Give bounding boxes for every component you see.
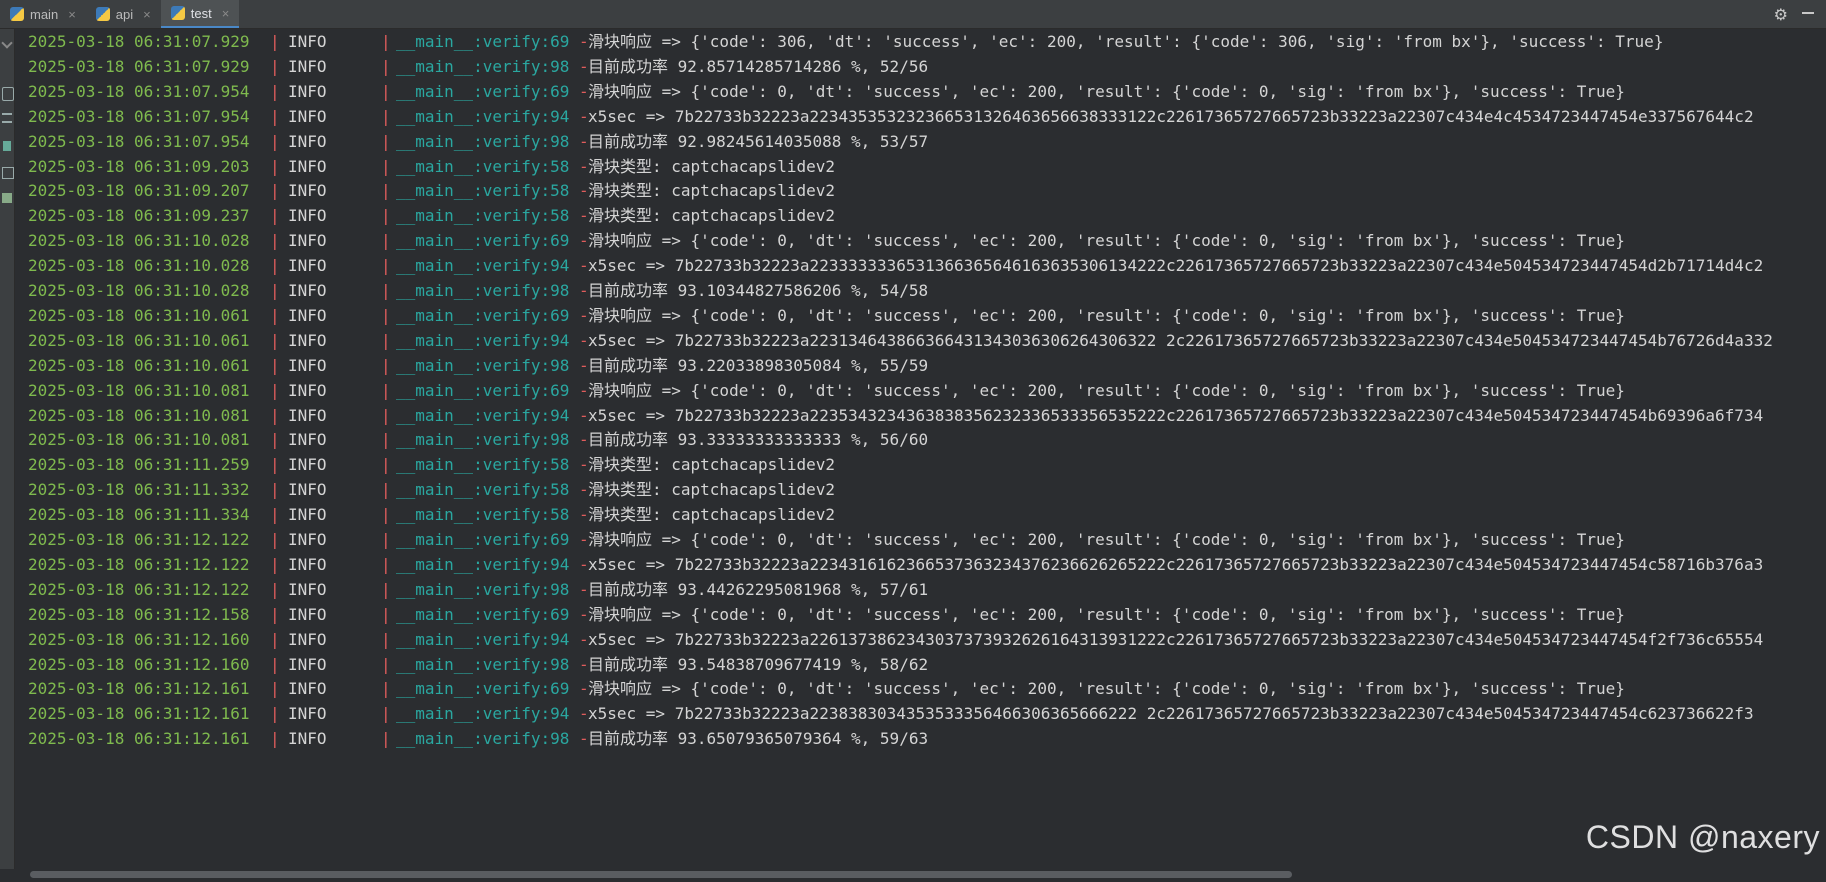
separator: - — [569, 729, 589, 749]
close-icon[interactable]: × — [143, 7, 151, 22]
soft-wrap-icon[interactable] — [2, 113, 12, 123]
rerun-icon[interactable] — [2, 87, 14, 101]
separator: - — [569, 679, 589, 699]
separator: - — [569, 579, 589, 599]
horizontal-scrollbar[interactable] — [16, 867, 1826, 882]
separator: - — [569, 554, 589, 574]
log-module: __main__:verify:98 - — [396, 729, 589, 749]
minimize-icon[interactable] — [1802, 12, 1814, 14]
separator: - — [569, 181, 589, 201]
separator: - — [569, 380, 589, 400]
python-file-icon — [10, 7, 24, 21]
separator: - — [569, 505, 589, 525]
log-message: 目前成功率 93.65079365079364 %, 59/63 — [588, 729, 929, 749]
separator: - — [569, 430, 589, 450]
close-icon[interactable]: × — [222, 6, 230, 21]
separator: - — [569, 56, 589, 76]
separator: - — [569, 629, 589, 649]
scroll-to-end-icon[interactable] — [3, 141, 11, 151]
gear-icon[interactable]: ⚙ — [1774, 5, 1788, 24]
separator: - — [569, 131, 589, 151]
separator: - — [569, 281, 589, 300]
separator: | — [270, 729, 280, 749]
separator: - — [569, 206, 589, 226]
log-level: INFO — [288, 729, 327, 749]
separator: - — [569, 330, 589, 350]
arrow-up-icon[interactable] — [1, 37, 13, 49]
scrollbar-thumb[interactable] — [30, 871, 1292, 878]
separator: - — [569, 405, 589, 425]
tab-label: test — [190, 5, 212, 21]
separator: - — [569, 480, 589, 500]
tool-gutter — [0, 29, 15, 869]
separator: - — [569, 32, 589, 51]
separator: - — [569, 156, 589, 176]
console-output[interactable]: 2025-03-18 06:31:07.929 | INFO | __main__:ve… — [16, 29, 1826, 867]
separator: - — [569, 530, 589, 549]
tab-api[interactable]: api × — [86, 0, 161, 28]
python-file-icon — [95, 7, 110, 21]
separator: - — [569, 455, 589, 475]
close-icon[interactable]: × — [68, 7, 76, 22]
tab-label: api — [115, 6, 134, 22]
separator: - — [569, 604, 589, 624]
separator: | — [381, 729, 391, 749]
tab-test[interactable]: test × — [160, 0, 240, 28]
python-file-icon — [170, 6, 185, 20]
print-icon[interactable] — [2, 167, 14, 179]
separator: - — [569, 305, 589, 325]
separator: - — [569, 355, 589, 375]
editor-tab-bar: main × api × test × ⚙ — [0, 0, 1826, 29]
tab-main[interactable]: main × — [0, 0, 86, 28]
separator: - — [569, 81, 589, 101]
tab-label: main — [30, 6, 59, 22]
separator: - — [569, 704, 589, 724]
log-timestamp: 2025-03-18 06:31:12.161 — [28, 729, 250, 749]
separator: - — [569, 654, 589, 674]
trash-icon[interactable] — [2, 193, 12, 203]
separator: - — [569, 256, 589, 276]
separator: - — [569, 106, 589, 126]
separator: - — [569, 231, 589, 251]
watermark: CSDN @naxery — [1585, 819, 1820, 855]
